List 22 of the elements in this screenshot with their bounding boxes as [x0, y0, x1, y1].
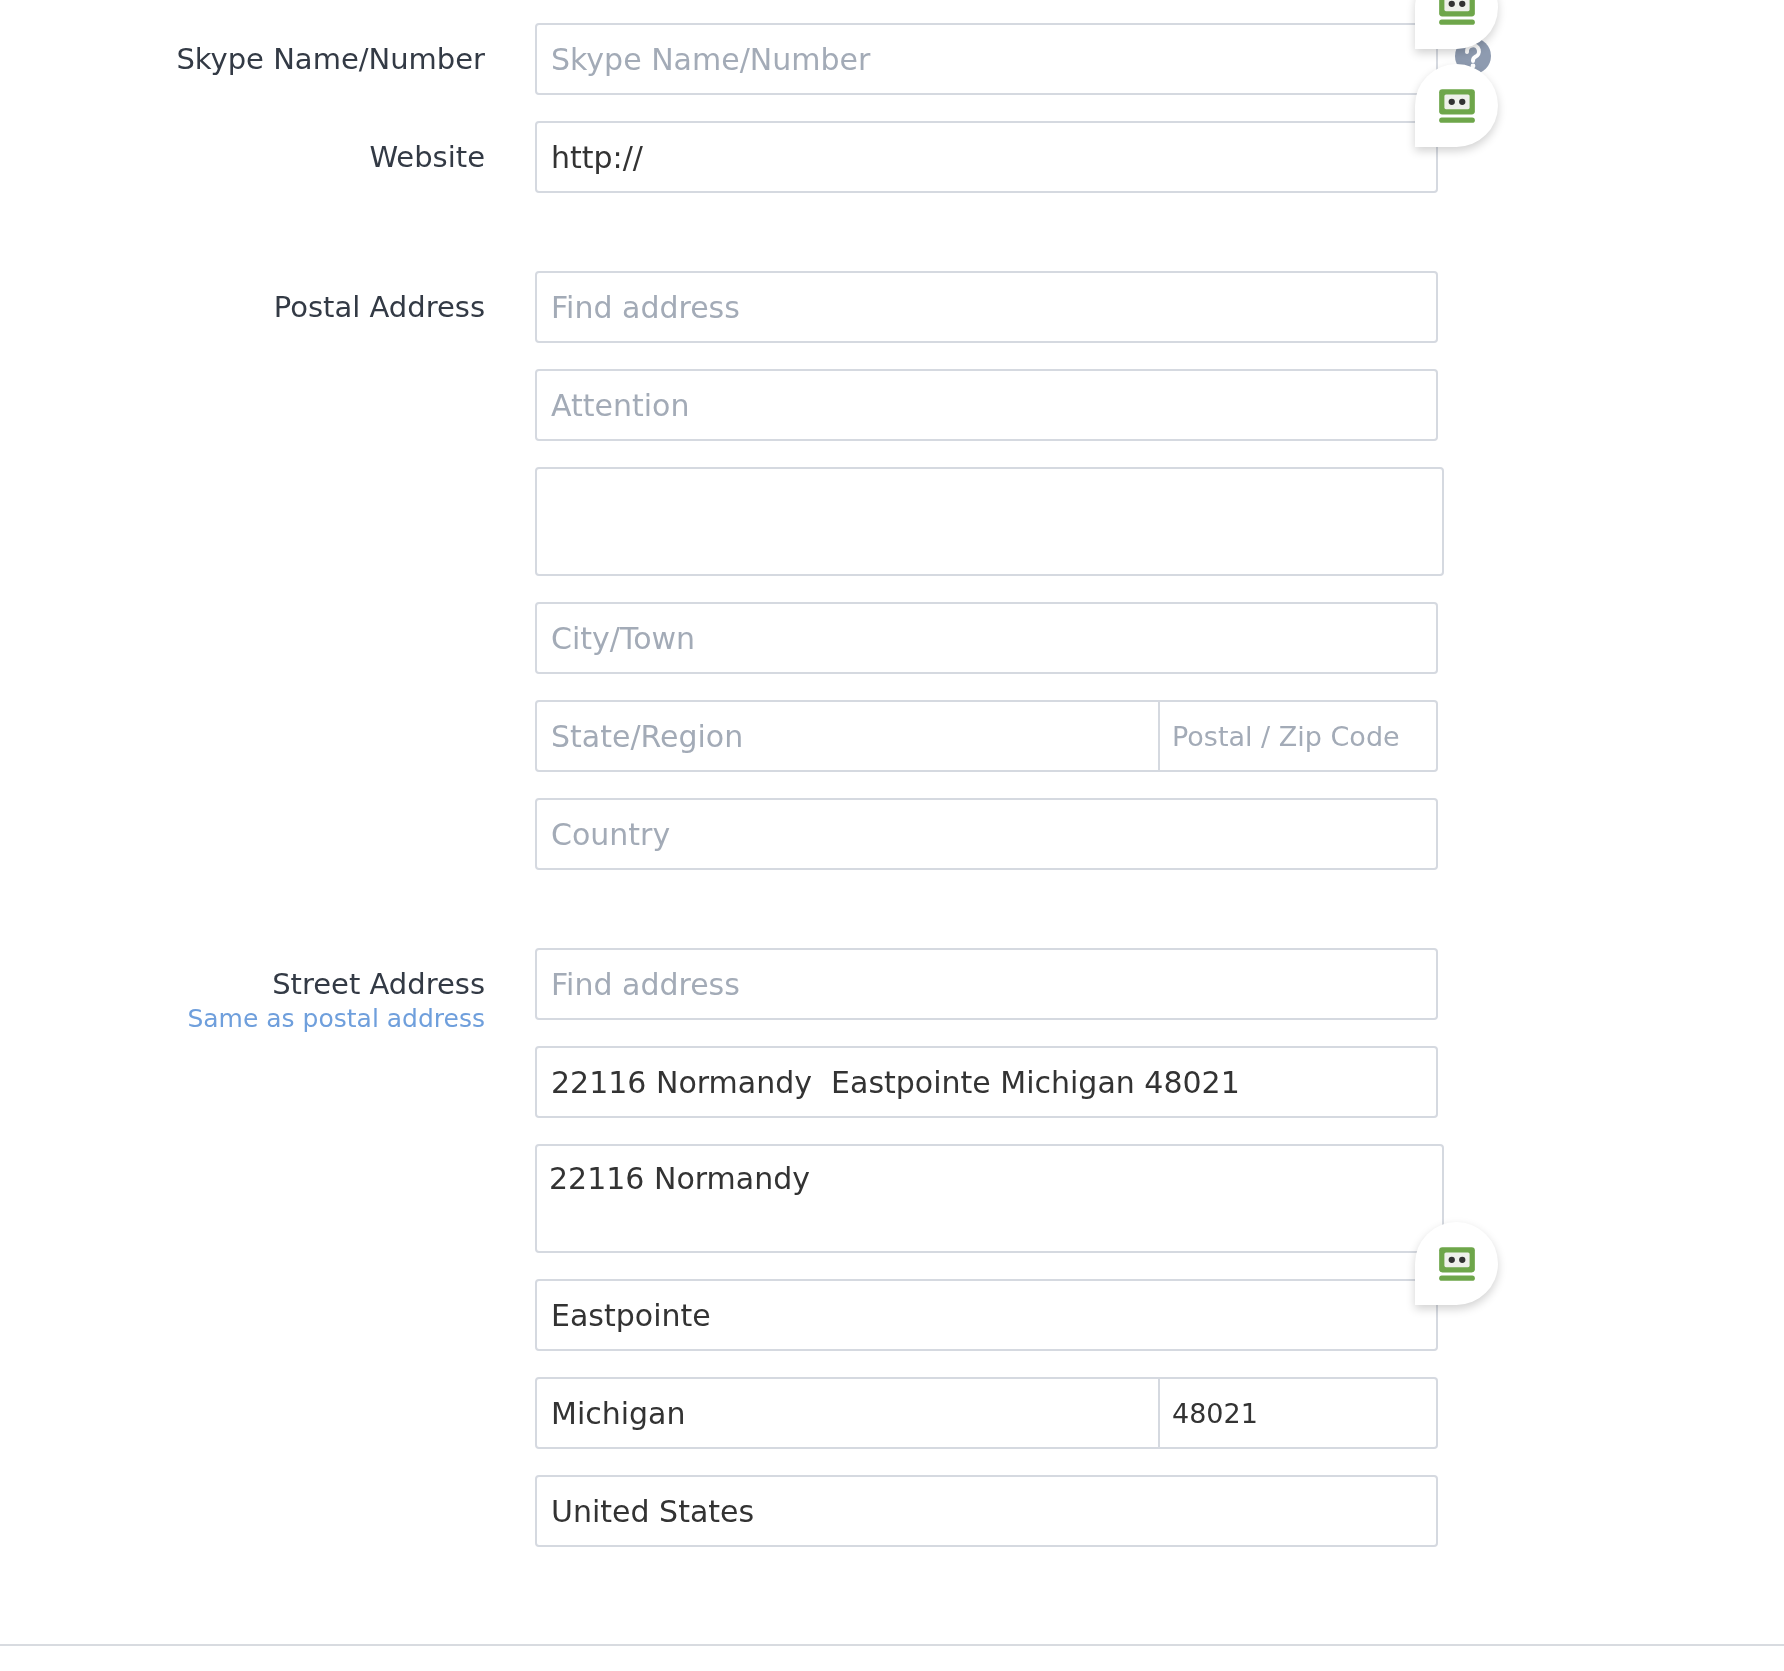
textarea-field[interactable]: 22116 Normandy: [535, 1144, 1444, 1253]
textarea-field[interactable]: [535, 467, 1444, 576]
field-label: Website: [369, 139, 485, 175]
text-field[interactable]: Eastpointe: [535, 1279, 1438, 1351]
text-field[interactable]: Skype Name/Number: [535, 23, 1438, 95]
text-field[interactable]: http://: [535, 121, 1438, 193]
text-field[interactable]: Postal / Zip Code: [1160, 700, 1438, 772]
text-field[interactable]: City/Town: [535, 602, 1438, 674]
text-field[interactable]: United States: [535, 1475, 1438, 1547]
text-field[interactable]: State/Region: [535, 700, 1160, 772]
field-label: Street Address: [272, 966, 485, 1002]
autofill-badge[interactable]: [1415, 64, 1498, 147]
text-field[interactable]: Michigan: [535, 1377, 1160, 1449]
text-field[interactable]: 22116 Normandy Eastpointe Michigan 48021: [535, 1046, 1438, 1118]
field-label: Skype Name/Number: [176, 41, 485, 77]
text-field[interactable]: Find address: [535, 948, 1438, 1020]
text-field[interactable]: Find address: [535, 271, 1438, 343]
text-field[interactable]: Country: [535, 798, 1438, 870]
autofill-badge[interactable]: [1415, 1222, 1498, 1305]
field-label: Postal Address: [273, 289, 485, 325]
text-field[interactable]: 48021: [1160, 1377, 1438, 1449]
text-field[interactable]: Attention: [535, 369, 1438, 441]
